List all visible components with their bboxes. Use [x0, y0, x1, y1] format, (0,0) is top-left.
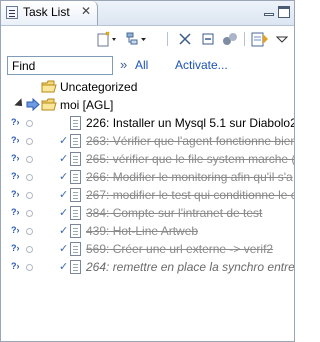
task-icon: [70, 224, 81, 238]
priority-dot-icon: [26, 228, 33, 235]
view-tab-bar: Task List ✕: [1, 1, 294, 26]
clear-icon[interactable]: [177, 31, 193, 47]
task-label: 263: Vérifier que l'agent fonctionne bie…: [86, 134, 294, 148]
minimize-icon[interactable]: [263, 6, 275, 18]
task-row[interactable]: ?› ✓ 266: Modifier le monitoring afin qu…: [1, 169, 294, 186]
tab-task-list[interactable]: Task List ✕: [1, 1, 98, 25]
category-label: moi [AGL]: [60, 98, 114, 112]
priority-dot-icon: [26, 210, 33, 217]
collapse-all-icon[interactable]: [200, 31, 216, 47]
synchronize-icon[interactable]: [251, 31, 271, 47]
task-icon: [70, 170, 81, 184]
completed-check-icon: ✓: [59, 189, 69, 201]
task-label: 267: modifier le test qui conditionne le…: [86, 188, 294, 202]
task-row[interactable]: ?› ✓ 439: Hot-Line Artweb: [1, 223, 294, 240]
task-icon: [70, 206, 81, 220]
folder-icon: [41, 98, 57, 111]
completed-check-icon: ✓: [59, 243, 69, 255]
arrow-right-icon: [26, 97, 42, 112]
completed-check-icon: ✓: [59, 171, 69, 183]
task-label: 439: Hot-Line Artweb: [86, 224, 199, 238]
filter-bar: » All Activate...: [1, 53, 294, 79]
task-row[interactable]: ?› ✓ 263: Vérifier que l'agent fonctionn…: [1, 133, 294, 150]
task-list-icon: [6, 6, 18, 19]
activate-link[interactable]: Activate...: [175, 58, 228, 72]
find-input[interactable]: [7, 56, 113, 75]
priority-dot-icon: [26, 138, 33, 145]
completed-check-icon: ✓: [59, 261, 69, 273]
priority-dot-icon: [26, 264, 33, 271]
task-row[interactable]: ?› ✓ 267: modifier le test qui condition…: [1, 187, 294, 204]
all-link[interactable]: All: [135, 58, 148, 72]
incoming-icon: ?›: [11, 135, 20, 145]
incoming-icon: ?›: [11, 171, 20, 181]
completed-check-icon: ✓: [59, 153, 69, 165]
maximize-icon[interactable]: [278, 6, 290, 18]
incoming-icon: ?›: [11, 207, 20, 217]
completed-check-icon: ✓: [59, 225, 69, 237]
tab-title: Task List: [23, 5, 70, 19]
category-row-uncategorized[interactable]: Uncategorized: [1, 79, 294, 96]
task-row[interactable]: ?› ✓ 569: Créer une url externe -> verif…: [1, 241, 294, 258]
new-task-icon[interactable]: [97, 31, 117, 47]
task-icon: [70, 188, 81, 202]
priority-dot-icon: [26, 120, 33, 127]
incoming-icon: ?›: [11, 261, 20, 271]
chevron-icon[interactable]: »: [120, 57, 127, 72]
completed-check-icon: ✓: [59, 207, 69, 219]
task-label: 264: remettre en place la synchro entre …: [86, 260, 294, 274]
task-row[interactable]: ?› ✓ 384: Compte sur l'intranet de test: [1, 205, 294, 222]
task-label: 266: Modifier le monitoring afin qu'il s…: [86, 170, 293, 184]
incoming-icon: ?›: [11, 225, 20, 235]
task-row[interactable]: ?› ✓ 264: remettre en place la synchro e…: [1, 259, 294, 276]
task-label: 226: Installer un Mysql 5.1 sur Diabolo2: [86, 116, 294, 130]
priority-dot-icon: [26, 174, 33, 181]
close-icon[interactable]: ✕: [81, 4, 91, 18]
task-icon: [70, 152, 81, 166]
task-icon: [70, 116, 81, 130]
task-label: 384: Compte sur l'intranet de test: [86, 206, 263, 220]
folder-icon: [41, 80, 57, 93]
expanded-arrow-icon[interactable]: [14, 98, 26, 110]
category-icon[interactable]: [125, 31, 147, 47]
task-list-view: Task List ✕ » All A: [0, 0, 295, 342]
view-menu-icon[interactable]: [276, 31, 288, 47]
priority-dot-icon: [26, 192, 33, 199]
view-toolbar: [1, 26, 294, 52]
incoming-icon: ?›: [11, 117, 20, 127]
task-icon: [70, 134, 81, 148]
task-row[interactable]: ?› 226: Installer un Mysql 5.1 sur Diabo…: [1, 115, 294, 132]
task-label: 569: Créer une url externe -> verif2: [86, 242, 274, 256]
priority-dot-icon: [26, 156, 33, 163]
category-label: Uncategorized: [60, 80, 138, 94]
focus-icon[interactable]: [222, 31, 238, 47]
task-icon: [70, 260, 81, 274]
incoming-icon: ?›: [11, 243, 20, 253]
category-row-moi[interactable]: moi [AGL]: [1, 97, 294, 114]
incoming-icon: ?›: [11, 153, 20, 163]
incoming-icon: ?›: [11, 189, 20, 199]
priority-dot-icon: [26, 246, 33, 253]
task-label: 265: vérifier que le file system marche …: [86, 152, 294, 166]
completed-check-icon: ✓: [59, 135, 69, 147]
task-row[interactable]: ?› ✓ 265: vérifier que le file system ma…: [1, 151, 294, 168]
task-icon: [70, 242, 81, 256]
